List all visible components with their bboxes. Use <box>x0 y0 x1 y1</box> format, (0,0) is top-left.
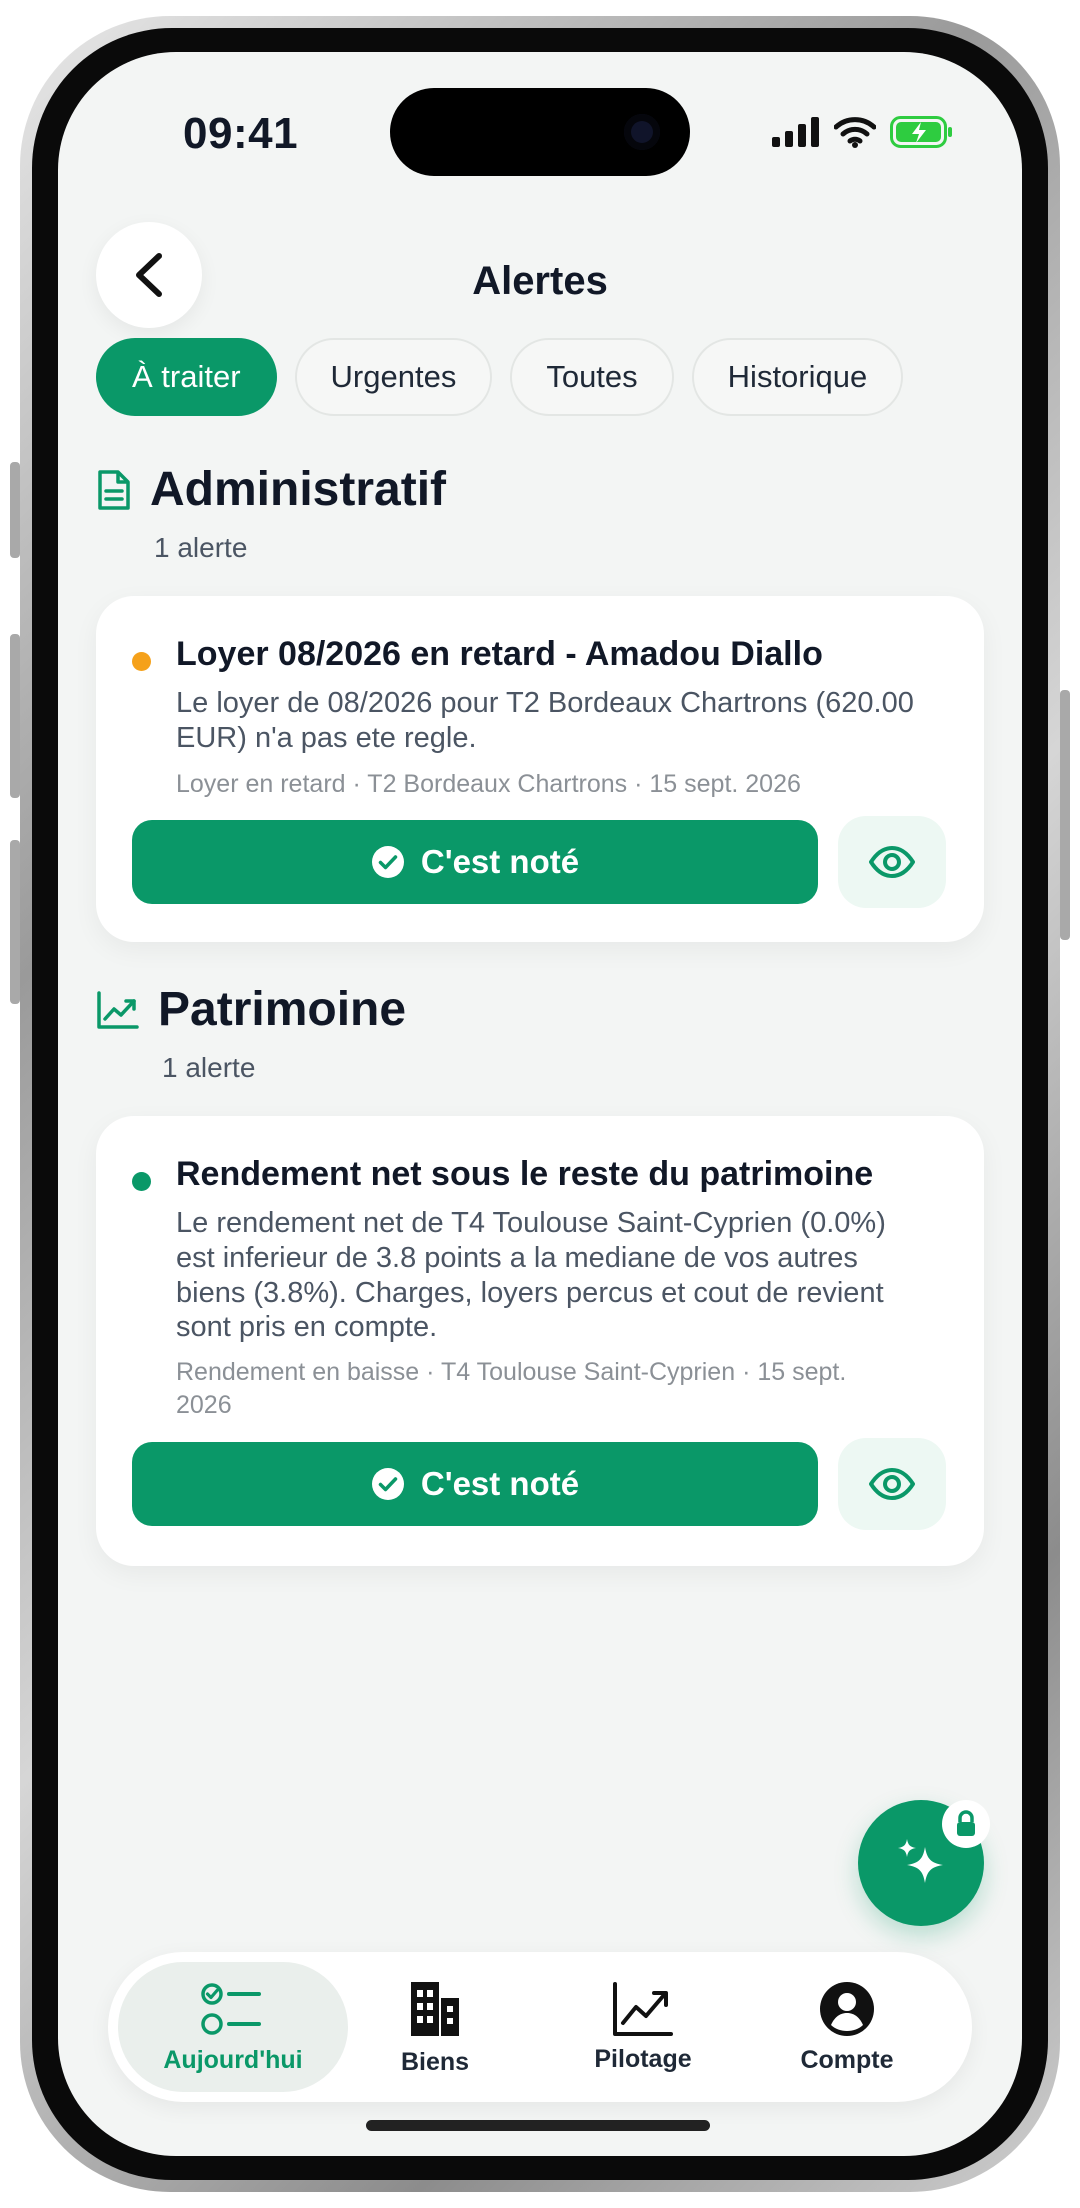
tab-urgentes[interactable]: Urgentes <box>294 338 493 416</box>
section-count: 1 alerte <box>154 532 248 563</box>
action-button <box>10 462 20 558</box>
screen: 09:41 Alertes À traiter Urgentes Toutes … <box>58 52 1022 2156</box>
lock-badge <box>942 1800 990 1848</box>
alert-meta: Loyer en retard · T2 Bordeaux Chartrons … <box>176 770 801 798</box>
alert-description: Le rendement net de T4 Toulouse Saint-Cy… <box>176 1207 886 1344</box>
nav-label: Pilotage <box>594 2044 692 2073</box>
acknowledge-label: C'est noté <box>420 1465 580 1502</box>
dynamic-island <box>390 88 690 176</box>
view-button[interactable] <box>838 816 946 908</box>
acknowledge-button[interactable]: C'est noté <box>132 820 818 904</box>
tab-toutes[interactable]: Toutes <box>510 338 674 416</box>
alert-card: Loyer 08/2026 en retard - Amadou Diallo … <box>96 596 984 942</box>
eye-icon <box>869 846 915 878</box>
status-time: 09:41 <box>183 109 299 158</box>
home-indicator[interactable] <box>366 2120 710 2131</box>
bottom-nav: Aujourd'hui Biens Pilotage Compte <box>108 1952 972 2102</box>
chart-line-icon <box>613 1981 673 2036</box>
tab-a-traiter[interactable]: À traiter <box>96 338 277 416</box>
wifi-icon <box>834 117 876 148</box>
page-title: Alertes <box>472 259 608 303</box>
nav-label: Compte <box>800 2045 894 2074</box>
power-button <box>1060 690 1070 940</box>
checklist-icon <box>201 1982 261 2035</box>
document-icon <box>98 469 130 510</box>
signal-icon <box>772 117 819 147</box>
nav-item-pilotage[interactable]: Pilotage <box>528 1962 758 2092</box>
status-dot <box>132 1172 151 1191</box>
alert-title: Loyer 08/2026 en retard - Amadou Diallo <box>176 635 823 673</box>
acknowledge-label: C'est noté <box>420 843 580 880</box>
nav-label: Aujourd'hui <box>163 2045 303 2074</box>
filter-tabs: À traiter Urgentes Toutes Historique <box>96 338 904 416</box>
status-icons <box>772 116 954 148</box>
tab-historique[interactable]: Historique <box>691 338 904 416</box>
alert-card: Rendement net sous le reste du patrimoin… <box>96 1116 984 1566</box>
check-circle-icon <box>371 846 404 878</box>
building-icon <box>411 1981 459 2036</box>
nav-item-biens[interactable]: Biens <box>320 1962 550 2092</box>
lock-icon <box>957 1810 975 1836</box>
view-button[interactable] <box>838 1438 946 1530</box>
section-title: Administratif <box>150 463 447 516</box>
nav-label: Biens <box>400 2047 470 2076</box>
acknowledge-button[interactable]: C'est noté <box>132 1442 818 1526</box>
alert-description: Le loyer de 08/2026 pour T2 Bordeaux Cha… <box>176 687 914 754</box>
check-circle-icon <box>371 1468 404 1500</box>
volume-up-button <box>10 634 20 798</box>
volume-down-button <box>10 840 20 1004</box>
battery-charging-icon <box>890 116 952 148</box>
section-count: 1 alerte <box>162 1052 256 1083</box>
section-header-patrimoine: Patrimoine <box>96 982 406 1037</box>
nav-item-compte[interactable]: Compte <box>732 1962 962 2092</box>
eye-icon <box>869 1468 915 1500</box>
sparkles-icon <box>898 1839 943 1883</box>
camera-icon <box>624 114 660 150</box>
alert-title: Rendement net sous le reste du patrimoin… <box>176 1155 874 1193</box>
trending-up-icon <box>97 990 139 1029</box>
section-header-administratif: Administratif <box>96 462 446 517</box>
status-dot <box>132 652 151 671</box>
account-icon <box>820 1981 874 2036</box>
section-title: Patrimoine <box>158 983 407 1036</box>
nav-item-aujourdhui[interactable]: Aujourd'hui <box>118 1962 348 2092</box>
alert-meta: Rendement en baisse · T4 Toulouse Saint-… <box>176 1358 847 1419</box>
